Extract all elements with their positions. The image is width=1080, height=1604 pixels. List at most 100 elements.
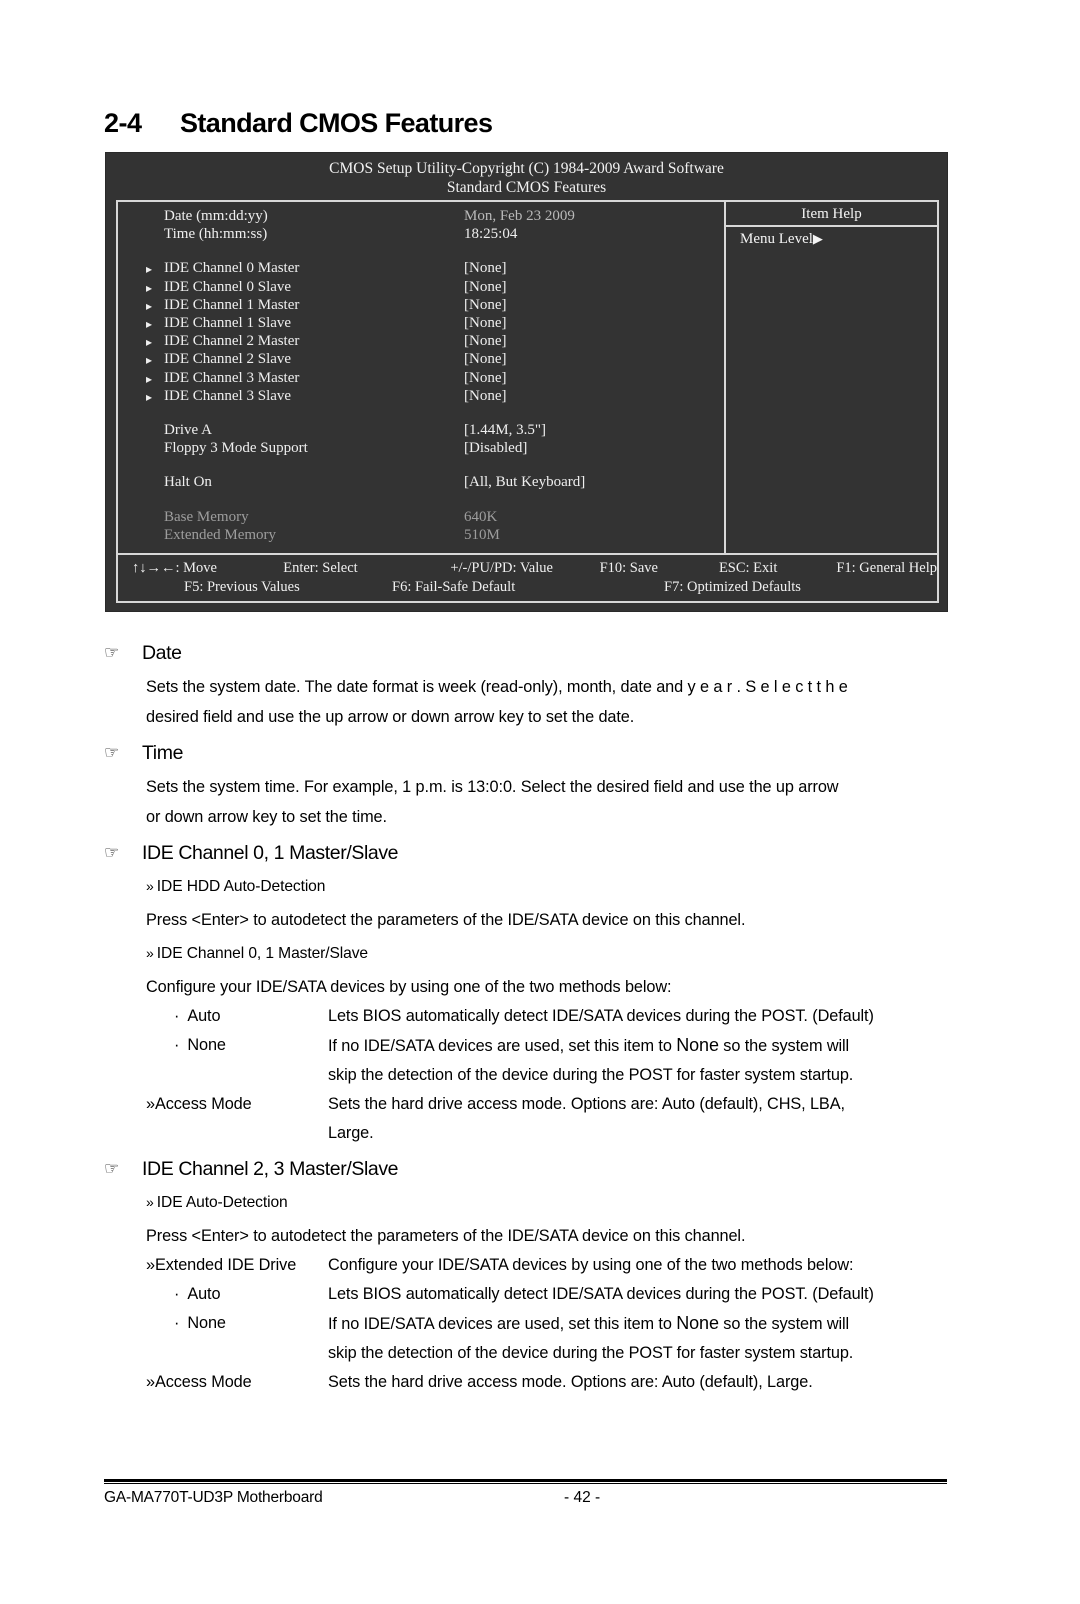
hand-pointer-icon: ☞ [104,743,120,762]
option-label: »Extended IDE Drive [146,1251,328,1280]
bullet-dot-icon: · [174,1007,180,1025]
menu-level-label: Menu Level▶ [726,227,937,248]
menu-level-text: Menu Level [740,231,813,247]
bios-row-label: Drive A [164,422,212,439]
option-label: · None [146,1031,328,1061]
option-description: Lets BIOS automatically detect IDE/SATA … [328,1285,874,1303]
option-row-none: · None If no IDE/SATA devices are used, s… [146,1309,964,1339]
bios-datetime-group: Date (mm:dd:yy) Mon, Feb 23 2009 Time (h… [118,202,724,243]
paragraph: Press <Enter> to autodetect the paramete… [146,911,746,929]
bullet-dot-icon: · [174,1036,180,1054]
bios-row-ide[interactable]: ▸ IDE Channel 3 Slave [None] [118,387,724,405]
option-description: Sets the hard drive access mode. Options… [328,1095,845,1113]
bios-row-label: IDE Channel 3 Slave [164,387,292,404]
key-move: ↑↓→←: Move [132,560,217,576]
bios-row-floppy-3-mode[interactable]: Floppy 3 Mode Support [Disabled] [118,439,724,457]
bios-row-ide[interactable]: ▸ IDE Channel 0 Master [None] [118,259,724,277]
double-arrow-icon: » [146,1373,155,1391]
option-name: Auto [187,1285,221,1303]
list-triangle-icon: ▸ [146,371,153,386]
option-label: · None [146,1309,328,1339]
option-row-extended-ide-drive: »Extended IDE Drive Configure your IDE/S… [146,1251,964,1280]
key-fail-safe: F6: Fail-Safe Default [392,579,516,595]
bios-row-value: [None] [464,333,507,350]
footer-page-number: - 42 - [564,1489,601,1506]
option-description: Sets the hard drive access mode. Options… [328,1373,813,1391]
bios-row-label: IDE Channel 2 Slave [164,351,292,368]
bullet-dot-icon: · [174,1314,180,1332]
bios-row-value: [None] [464,315,507,332]
option-label: »Access Mode [146,1090,328,1119]
option-description: If no IDE/SATA devices are used, set thi… [328,1309,964,1339]
option-name: Extended IDE Drive [154,1256,297,1274]
footer-product-name: GA-MA770T-UD3P Motherboard [104,1489,323,1506]
document-body: ☞ Date Sets the system date. The date fo… [104,632,964,1397]
bios-row-label: IDE Channel 1 Master [164,296,300,313]
bios-row-ide[interactable]: ▸ IDE Channel 1 Slave [None] [118,314,724,332]
bios-row-value: [None] [464,278,507,295]
bios-row-ide[interactable]: ▸ IDE Channel 0 Slave [None] [118,278,724,296]
bios-row-label: IDE Channel 1 Slave [164,315,292,332]
bios-key-legend: ↑↓→←: Move Enter: Select +/-/PU/PD: Valu… [116,553,939,603]
bios-row-label: IDE Channel 2 Master [164,333,300,350]
bios-title: CMOS Setup Utility-Copyright (C) 1984-20… [329,160,724,177]
subheading-ide-channel-0-1-master-slave: » IDE Channel 0, 1 Master/Slave [146,939,964,968]
list-triangle-icon: ▸ [146,298,153,313]
option-label: »Access Mode [146,1368,328,1397]
paragraph: desired field and use the up arrow or do… [146,708,635,726]
list-triangle-icon: ▸ [146,262,153,277]
option-row-auto: · Auto Lets BIOS automatically detect IDE… [146,1002,964,1031]
option-name: None [187,1314,226,1332]
paragraph: Press <Enter> to autodetect the paramete… [146,1227,746,1245]
option-desc-emphasis: None [676,1035,719,1055]
item-help-title: Item Help [726,202,937,227]
option-desc-pre: If no IDE/SATA devices are used, set thi… [328,1037,677,1055]
bullet-dot-icon: · [174,1285,180,1303]
double-arrow-icon: » [146,878,154,894]
bios-row-label: Base Memory [164,508,249,525]
key-select: Enter: Select [283,560,358,576]
section-heading-ide-channel-2-3: ☞ IDE Channel 2, 3 Master/Slave [104,1154,964,1184]
page-footer: GA-MA770T-UD3P Motherboard - 42 - [104,1489,947,1507]
bios-row-time[interactable]: Time (hh:mm:ss) 18:25:04 [118,225,724,243]
bios-row-value: [None] [464,260,507,277]
double-arrow-icon: » [146,1256,155,1274]
option-label: · Auto [146,1280,328,1309]
option-name: Access Mode [154,1095,252,1113]
bios-row-drive-a[interactable]: Drive A [1.44M, 3.5"] [118,421,724,439]
bios-row-value: [None] [464,351,507,368]
bios-row-label: Time (hh:mm:ss) [164,226,268,243]
option-row-auto: · Auto Lets BIOS automatically detect IDE… [146,1280,964,1309]
bios-row-label: Date (mm:dd:yy) [164,208,268,224]
subheading-ide-auto-detection: » IDE Auto-Detection [146,1188,964,1217]
bios-row-ide[interactable]: ▸ IDE Channel 2 Master [None] [118,332,724,350]
bios-key-legend-row-2: F5: Previous Values F6: Fail-Safe Defaul… [118,578,937,597]
section-heading-date: ☞ Date [104,638,964,668]
bios-row-label: Halt On [164,474,212,491]
bios-row-value: [None] [464,387,507,404]
paragraph: Configure your IDE/SATA devices by using… [146,978,672,996]
section-title: Standard CMOS Features [180,108,493,138]
option-row-none: · None If no IDE/SATA devices are used, s… [146,1031,964,1061]
bios-halt-group: Halt On [All, But Keyboard] [118,473,724,491]
bios-row-ide[interactable]: ▸ IDE Channel 3 Master [None] [118,369,724,387]
subheading-text: IDE Auto-Detection [156,1194,288,1211]
section-number: 2-4 [104,108,142,138]
bios-row-ide[interactable]: ▸ IDE Channel 2 Slave [None] [118,350,724,368]
option-description-continued: skip the detection of the device during … [328,1066,854,1084]
bios-row-value: 18:25:04 [464,226,518,243]
bios-row-label: Floppy 3 Mode Support [164,440,308,457]
bios-body: Date (mm:dd:yy) Mon, Feb 23 2009 Time (h… [116,200,939,555]
bios-row-base-memory: Base Memory 640K [118,508,724,526]
bios-row-label: IDE Channel 3 Master [164,369,300,386]
bios-row-date[interactable]: Date (mm:dd:yy) Mon, Feb 23 2009 [118,207,724,225]
hand-pointer-icon: ☞ [104,843,120,862]
paragraph: Sets the system date. The date format is… [146,678,848,696]
option-row-access-mode: »Access Mode Sets the hard drive access … [146,1368,964,1397]
subheading-text: IDE Channel 0, 1 Master/Slave [156,945,368,962]
hand-pointer-icon: ☞ [104,643,120,662]
paragraph: or down arrow key to set the time. [146,808,387,826]
bios-row-ide[interactable]: ▸ IDE Channel 1 Master [None] [118,296,724,314]
hand-pointer-icon: ☞ [104,1159,120,1178]
bios-row-halt-on[interactable]: Halt On [All, But Keyboard] [118,473,724,491]
